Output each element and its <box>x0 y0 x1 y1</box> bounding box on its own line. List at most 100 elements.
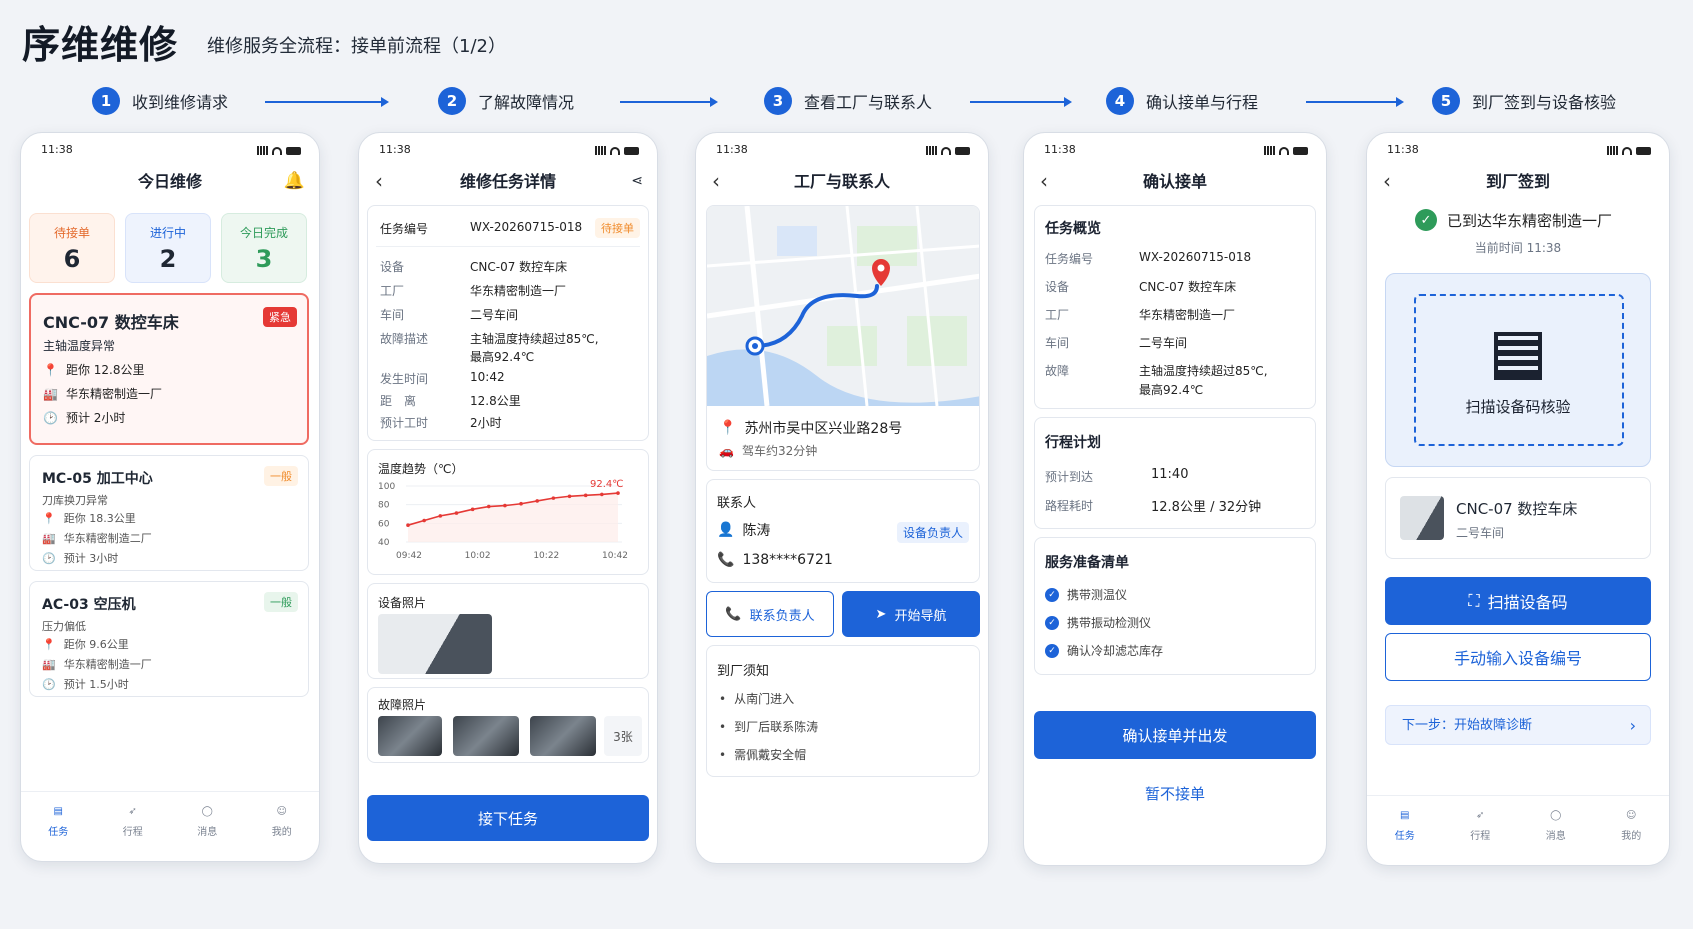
status-bar: 11:38 <box>1024 143 1326 159</box>
factory-icon: 🏭 <box>43 386 58 401</box>
fault-photo[interactable] <box>453 716 519 756</box>
task-issue: 主轴温度异常 <box>43 339 116 353</box>
wifi-icon <box>610 146 620 155</box>
priority-badge: 一般 <box>264 592 298 612</box>
phone-task-detail: 11:38 ‹ 维修任务详情 ⋖ 任务编号 WX-20260715-018 待接… <box>358 132 658 864</box>
clock-icon: 🕑 <box>42 677 56 691</box>
screen-title: 确认接单 <box>1142 172 1207 191</box>
tab-tasks[interactable]: ▤ 任务 <box>33 802 83 861</box>
confirm-and-depart-button[interactable]: 确认接单并出发 <box>1034 711 1316 759</box>
route-map[interactable] <box>707 206 980 406</box>
overview-card: 任务概览 任务编号 WX-20260715-018 设备 CNC-07 数控车床… <box>1034 205 1316 409</box>
manual-input-button[interactable]: 手动输入设备编号 <box>1385 633 1651 681</box>
section-label: 联系人 <box>717 496 757 511</box>
task-card[interactable]: MC-05 加工中心 一般 刀库换刀异常 📍 距你 18.3公里 🏭 华东精密制造二… <box>29 455 309 571</box>
tab-trips[interactable]: ➶ 行程 <box>108 802 158 861</box>
check-circle-icon[interactable]: ✓ <box>1045 587 1059 602</box>
tab-label: 行程 <box>1470 831 1491 842</box>
tab-me[interactable]: ☺ 我的 <box>1606 806 1656 865</box>
task-card-urgent[interactable]: CNC-07 数控车床 紧急 主轴温度异常 📍 距你 12.8公里 🏭 华东精密制造… <box>29 293 309 445</box>
y-tick-label: 100 <box>378 482 395 492</box>
field-label: 设备 <box>1045 280 1070 294</box>
chat-icon: ◯ <box>201 805 213 817</box>
phone-factory-contact: 11:38 ‹ 工厂与联系人 📍 苏州市吴中区兴业路28号 🚗 驾车约32分钟 联系… <box>695 132 989 864</box>
car-icon: 🚗 <box>719 443 734 458</box>
field-label: 任务编号 <box>1045 252 1094 266</box>
checklist-item: 携带测温仪 <box>1067 588 1128 602</box>
checklist-item: 携带振动检测仪 <box>1067 616 1152 630</box>
scan-area[interactable]: 扫描设备码核验 <box>1385 273 1651 467</box>
start-navigation-button[interactable]: ➤ 开始导航 <box>842 591 980 637</box>
tab-trips[interactable]: ➶ 行程 <box>1455 806 1505 865</box>
field-label: 故障描述 <box>380 332 429 346</box>
decline-link[interactable]: 暂不接单 <box>1034 783 1316 804</box>
data-point <box>438 514 443 518</box>
step-5: 5 到厂签到与设备核验 <box>1432 86 1616 116</box>
location-pin-icon: 📍 <box>719 420 737 436</box>
tab-label: 消息 <box>197 827 218 838</box>
divider <box>376 246 640 247</box>
task-list-icon: ▤ <box>53 805 63 817</box>
data-point <box>454 511 459 515</box>
task-list-icon: ▤ <box>1400 809 1410 821</box>
step-2: 2 了解故障情况 <box>438 86 574 116</box>
button-label: 扫描设备码 <box>1487 593 1568 612</box>
scan-hint: 扫描设备码核验 <box>1465 398 1571 416</box>
screen-title: 维修任务详情 <box>459 172 556 191</box>
check-circle-icon: ✓ <box>1415 209 1437 231</box>
task-card[interactable]: AC-03 空压机 一般 压力偏低 📍 距你 9.6公里 🏭 华东精密制造一厂 🕑 预… <box>29 581 309 697</box>
check-circle-icon[interactable]: ✓ <box>1045 615 1059 630</box>
fault-photo[interactable] <box>378 716 442 756</box>
tab-bar: ▤ 任务 ➶ 行程 ◯ 消息 ☺ 我的 <box>21 791 319 861</box>
step-label: 查看工厂与联系人 <box>804 93 933 112</box>
scan-device-code-button[interactable]: ⛶ 扫描设备码 <box>1385 577 1651 625</box>
field-value: 最高92.4℃ <box>470 350 535 364</box>
task-name: AC-03 空压机 <box>42 597 136 613</box>
photo-count[interactable]: 3张 <box>604 716 642 756</box>
tab-label: 我的 <box>271 827 292 838</box>
fault-photo[interactable] <box>530 716 596 756</box>
bell-icon[interactable]: 🔔 <box>284 171 305 191</box>
temperature-chart: 100 80 60 40 09:42 10:02 10:22 10:42 92.4℃ <box>378 479 628 561</box>
arrow-icon <box>620 97 718 107</box>
battery-icon <box>1636 146 1651 155</box>
call-contact-button[interactable]: 📞 联系负责人 <box>706 591 834 637</box>
check-circle-icon[interactable]: ✓ <box>1045 643 1059 658</box>
clock-icon: 🕑 <box>43 410 58 425</box>
status-badge: 待接单 <box>595 218 640 238</box>
tab-me[interactable]: ☺ 我的 <box>257 802 307 861</box>
phone-icon: 📞 <box>725 606 742 622</box>
tab-messages[interactable]: ◯ 消息 <box>1531 806 1581 865</box>
field-value: 10:42 <box>470 370 505 384</box>
factory-address: 苏州市吴中区兴业路28号 <box>744 421 903 437</box>
navigation-arrow-icon: ➤ <box>875 606 887 622</box>
arrow-icon <box>1306 97 1404 107</box>
signal-icon <box>257 146 268 155</box>
priority-badge: 紧急 <box>263 307 297 327</box>
prep-checklist-card: 服务准备清单 ✓ 携带测温仪 ✓ 携带振动检测仪 ✓ 确认冷却滤芯库存 <box>1034 537 1316 675</box>
qr-code-icon <box>1494 332 1542 380</box>
device-photo[interactable] <box>378 614 492 674</box>
y-tick-label: 60 <box>378 519 390 529</box>
x-tick-label: 09:42 <box>396 551 422 561</box>
accept-task-button[interactable]: 接下任务 <box>367 795 649 841</box>
tab-tasks[interactable]: ▤ 任务 <box>1380 806 1430 865</box>
signal-icon <box>926 146 937 155</box>
step-number: 1 <box>92 87 120 115</box>
next-step-link[interactable]: 下一步：开始故障诊断 › <box>1385 705 1651 745</box>
status-bar: 11:38 <box>359 143 657 159</box>
stat-in-progress[interactable]: 进行中 2 <box>125 213 211 283</box>
status-bar: 11:38 <box>696 143 988 159</box>
stat-pending[interactable]: 待接单 6 <box>29 213 115 283</box>
field-label: 预计工时 <box>380 416 429 430</box>
screen-title: 到厂签到 <box>1485 172 1550 191</box>
field-label: 预计到达 <box>1045 470 1094 484</box>
tab-messages[interactable]: ◯ 消息 <box>182 802 232 861</box>
page-subtitle: 维修服务全流程：接单前流程（1/2） <box>207 36 506 57</box>
section-label: 故障照片 <box>378 698 427 712</box>
contact-phone[interactable]: 138****6721 <box>742 552 832 568</box>
share-icon[interactable]: ⋖ <box>631 173 643 189</box>
tab-label: 我的 <box>1621 831 1642 842</box>
stat-completed[interactable]: 今日完成 3 <box>221 213 307 283</box>
field-value: CNC-07 数控车床 <box>1139 280 1237 294</box>
